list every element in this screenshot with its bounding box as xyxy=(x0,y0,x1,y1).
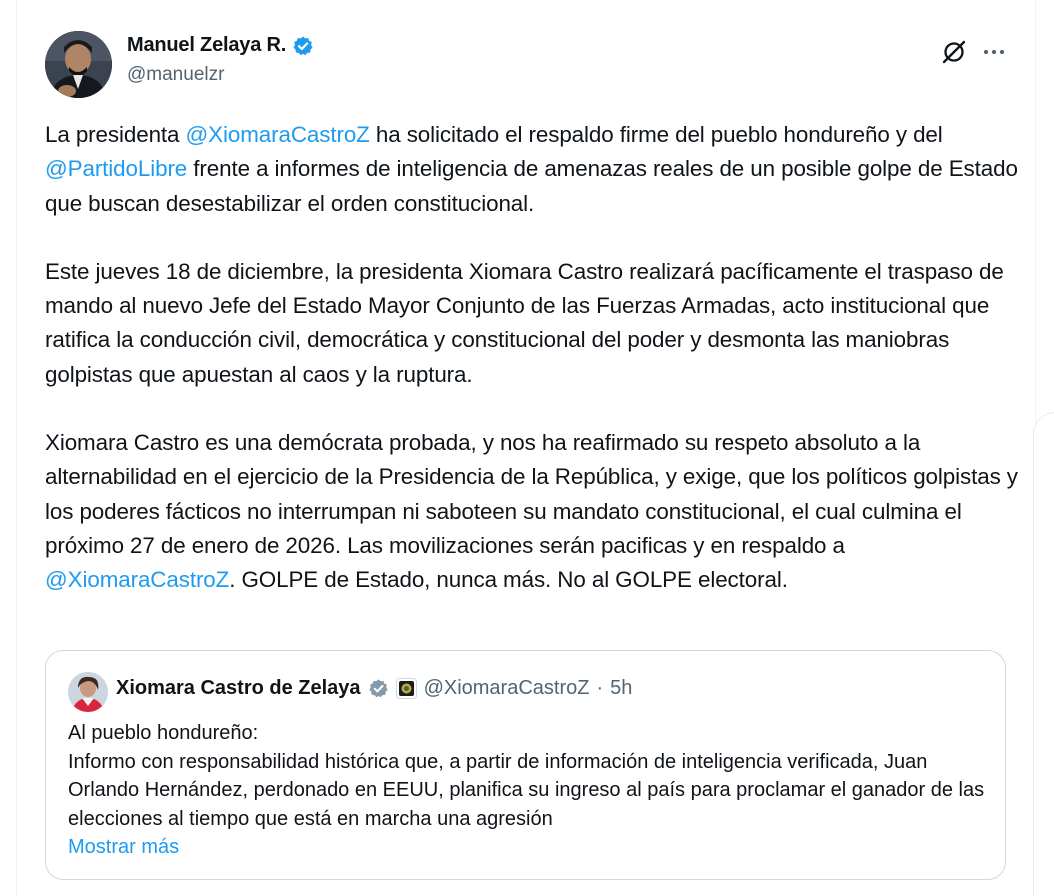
mention-link[interactable]: @XiomaraCastroZ xyxy=(45,567,229,592)
author-name[interactable]: Manuel Zelaya R. xyxy=(127,34,286,57)
tweet-paragraph-1: La presidenta @XiomaraCastroZ ha solicit… xyxy=(45,118,1020,221)
author-name-row[interactable]: Manuel Zelaya R. xyxy=(127,34,314,57)
quoted-text-line-2: Informo con responsabilidad histórica qu… xyxy=(68,750,985,830)
author-avatar[interactable] xyxy=(45,31,112,98)
grok-icon[interactable] xyxy=(940,38,968,66)
show-more-link[interactable]: Mostrar más xyxy=(68,833,988,862)
verified-badge-icon[interactable] xyxy=(292,35,314,57)
quoted-author-avatar[interactable] xyxy=(68,672,108,712)
quoted-header: Xiomara Castro de Zelaya @XiomaraCastroZ… xyxy=(116,677,632,700)
mention-link[interactable]: @XiomaraCastroZ xyxy=(186,122,370,147)
more-options-icon[interactable] xyxy=(980,38,1008,66)
verified-gray-badge-icon[interactable] xyxy=(368,678,389,699)
text-span: ha solicitado el respaldo firme del pueb… xyxy=(369,122,943,147)
sidebar-panel-edge xyxy=(1033,412,1054,896)
quoted-text-line-1: Al pueblo hondureño: xyxy=(68,722,259,744)
quoted-author-handle[interactable]: @XiomaraCastroZ xyxy=(424,677,590,700)
quoted-author-name[interactable]: Xiomara Castro de Zelaya xyxy=(116,677,361,700)
mention-link[interactable]: @PartidoLibre xyxy=(45,156,187,181)
text-span: Xiomara Castro es una demócrata probada,… xyxy=(45,430,1018,558)
quoted-tweet[interactable]: Xiomara Castro de Zelaya @XiomaraCastroZ… xyxy=(45,650,1006,880)
quoted-text: Al pueblo hondureño: Informo con respons… xyxy=(68,719,988,862)
separator-dot: · xyxy=(596,677,604,699)
text-span: frente a informes de inteligencia de ame… xyxy=(45,156,1018,216)
affiliation-seal-icon[interactable] xyxy=(395,678,417,699)
text-span: La presidenta xyxy=(45,122,186,147)
text-span: . GOLPE de Estado, nunca más. No al GOLP… xyxy=(229,567,788,593)
quoted-timestamp[interactable]: 5h xyxy=(610,677,632,700)
author-handle[interactable]: @manuelzr xyxy=(127,64,224,86)
tweet-text: La presidenta @XiomaraCastroZ ha solicit… xyxy=(45,118,1020,632)
tweet-paragraph-2: Este jueves 18 de diciembre, la presiden… xyxy=(45,258,1004,387)
tweet-paragraph-3: Xiomara Castro es una demócrata probada,… xyxy=(45,426,1020,597)
